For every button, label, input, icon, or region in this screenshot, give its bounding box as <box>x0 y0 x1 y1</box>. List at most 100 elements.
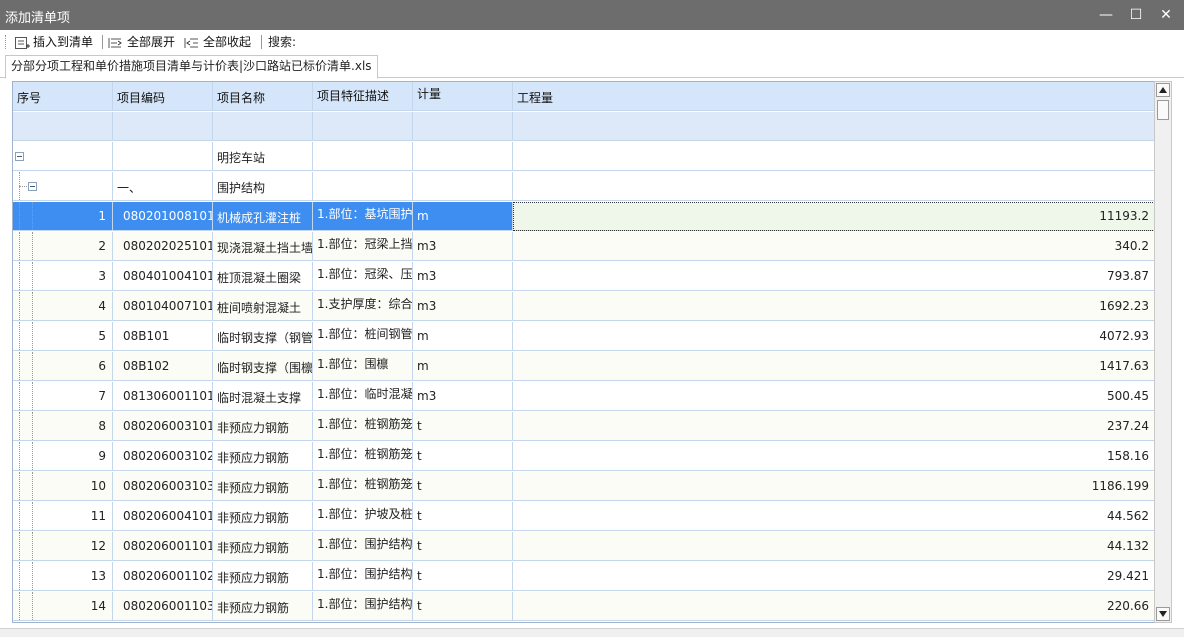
column-header-desc[interactable]: 项目特征描述 <box>313 82 413 111</box>
name-cell[interactable]: 桩顶混凝土圈梁 <box>213 262 313 291</box>
expand-all-button[interactable]: 全部展开 <box>108 33 175 51</box>
qty-cell[interactable]: 44.562 <box>513 502 1155 531</box>
unit-cell[interactable]: t <box>413 502 513 531</box>
unit-cell[interactable]: t <box>413 532 513 561</box>
desc-cell[interactable]: 1.部位：围护结构 <box>313 532 413 561</box>
desc-cell[interactable]: 1.部位：桩钢筋笼 <box>313 412 413 441</box>
seq-cell[interactable]: 5 <box>13 322 113 351</box>
collapse-toggle-icon[interactable] <box>15 152 24 161</box>
qty-cell[interactable]: 1692.23 <box>513 292 1155 321</box>
code-cell[interactable]: 080206001102 <box>113 562 213 591</box>
desc-cell[interactable]: 1.部位：临时混凝 <box>313 382 413 411</box>
unit-cell[interactable]: t <box>413 472 513 501</box>
unit-cell[interactable]: m3 <box>413 232 513 261</box>
desc-cell[interactable]: 1.部位：冠梁、压 <box>313 262 413 291</box>
name-cell[interactable]: 非预应力钢筋 <box>213 562 313 591</box>
qty-cell[interactable]: 1417.63 <box>513 352 1155 381</box>
qty-cell[interactable]: 4072.93 <box>513 322 1155 351</box>
name-cell[interactable]: 非预应力钢筋 <box>213 472 313 501</box>
code-cell[interactable]: 080104007101 <box>113 292 213 321</box>
maximize-button[interactable]: ☐ <box>1126 5 1146 25</box>
tab-bill-file[interactable]: 分部分项工程和单价措施项目清单与计价表|沙口路站已标价清单.xls <box>5 55 378 79</box>
filter-cell[interactable] <box>213 112 313 141</box>
unit-cell[interactable]: m3 <box>413 382 513 411</box>
scroll-down-button[interactable] <box>1156 607 1170 621</box>
name-cell[interactable]: 机械成孔灌注桩 <box>213 202 313 231</box>
table-row[interactable]: 3 080401004101 桩顶混凝土圈梁 1.部位：冠梁、压 m3 793.87 <box>13 262 1155 292</box>
code-cell[interactable]: 080206003103 <box>113 472 213 501</box>
seq-cell[interactable]: 9 <box>13 442 113 471</box>
column-header-code[interactable]: 项目编码 <box>113 82 213 111</box>
table-row[interactable]: 10 080206003103 非预应力钢筋 1.部位：桩钢筋笼 t 1186.199 <box>13 472 1155 502</box>
desc-cell[interactable]: 1.部位：桩钢筋笼 <box>313 472 413 501</box>
minimize-button[interactable]: — <box>1096 5 1116 25</box>
insert-to-list-button[interactable]: 插入到清单 <box>14 33 93 51</box>
name-cell[interactable]: 临时混凝土支撑 <box>213 382 313 411</box>
seq-cell[interactable]: 11 <box>13 502 113 531</box>
qty-cell[interactable]: 237.24 <box>513 412 1155 441</box>
code-cell[interactable]: 080206001103 <box>113 592 213 621</box>
filter-cell[interactable] <box>313 112 413 141</box>
unit-cell[interactable]: m <box>413 352 513 381</box>
name-cell[interactable]: 临时钢支撑（围檩 <box>213 352 313 381</box>
unit-cell[interactable]: t <box>413 562 513 591</box>
qty-cell[interactable]: 340.2 <box>513 232 1155 261</box>
desc-cell[interactable]: 1.部位：冠梁上挡 <box>313 232 413 261</box>
name-cell[interactable]: 非预应力钢筋 <box>213 412 313 441</box>
table-row[interactable]: 1 080201008101 机械成孔灌注桩 1.部位：基坑围护 m 11193.2 <box>13 202 1155 232</box>
name-cell[interactable]: 非预应力钢筋 <box>213 442 313 471</box>
seq-cell[interactable]: 12 <box>13 532 113 561</box>
table-row[interactable]: 7 081306001101 临时混凝土支撑 1.部位：临时混凝 m3 500.45 <box>13 382 1155 412</box>
table-row[interactable]: 12 080206001101 非预应力钢筋 1.部位：围护结构 t 44.132 <box>13 532 1155 562</box>
seq-cell[interactable]: 10 <box>13 472 113 501</box>
column-header-seq[interactable]: 序号 <box>13 82 113 111</box>
name-cell[interactable]: 非预应力钢筋 <box>213 532 313 561</box>
unit-cell[interactable]: t <box>413 412 513 441</box>
table-row[interactable]: 9 080206003102 非预应力钢筋 1.部位：桩钢筋笼 t 158.16 <box>13 442 1155 472</box>
qty-cell[interactable]: 500.45 <box>513 382 1155 411</box>
table-row[interactable]: 5 08B101 临时钢支撑（钢管 1.部位：桩间钢管 m 4072.93 <box>13 322 1155 352</box>
code-cell[interactable]: 080206004101 <box>113 502 213 531</box>
table-row[interactable]: 14 080206001103 非预应力钢筋 1.部位：围护结构 t 220.66 <box>13 592 1155 622</box>
table-row[interactable]: 6 08B102 临时钢支撑（围檩 1.部位：围檩 m 1417.63 <box>13 352 1155 382</box>
code-cell[interactable]: 080206003102 <box>113 442 213 471</box>
scroll-up-button[interactable] <box>1156 83 1170 97</box>
filter-cell[interactable] <box>413 112 513 141</box>
seq-cell[interactable]: 3 <box>13 262 113 291</box>
desc-cell[interactable]: 1.部位：桩钢筋笼 <box>313 442 413 471</box>
filter-cell[interactable] <box>113 112 213 141</box>
vertical-scrollbar[interactable] <box>1154 81 1172 623</box>
desc-cell[interactable]: 1.部位：围檩 <box>313 352 413 381</box>
code-cell[interactable]: 08B101 <box>113 322 213 351</box>
qty-cell[interactable]: 793.87 <box>513 262 1155 291</box>
desc-cell[interactable]: 1.部位：桩间钢管 <box>313 322 413 351</box>
name-cell[interactable]: 临时钢支撑（钢管 <box>213 322 313 351</box>
qty-cell[interactable]: 29.421 <box>513 562 1155 591</box>
code-cell[interactable]: 08B102 <box>113 352 213 381</box>
name-cell[interactable]: 现浇混凝土挡土墙 <box>213 232 313 261</box>
column-header-unit[interactable]: 计量 <box>413 82 513 111</box>
close-button[interactable]: ✕ <box>1156 5 1176 25</box>
qty-cell[interactable]: 158.16 <box>513 442 1155 471</box>
table-row[interactable]: 8 080206003101 非预应力钢筋 1.部位：桩钢筋笼 t 237.24 <box>13 412 1155 442</box>
desc-cell[interactable]: 1.部位：基坑围护 <box>313 202 413 231</box>
table-row[interactable]: 2 080202025101 现浇混凝土挡土墙 1.部位：冠梁上挡 m3 340.2 <box>13 232 1155 262</box>
name-cell[interactable]: 非预应力钢筋 <box>213 592 313 621</box>
desc-cell[interactable]: 1.支护厚度：综合 <box>313 292 413 321</box>
code-cell[interactable]: 080206001101 <box>113 532 213 561</box>
toolbar-grip[interactable] <box>5 35 8 49</box>
seq-cell[interactable]: 1 <box>13 202 113 231</box>
unit-cell[interactable]: m <box>413 322 513 351</box>
qty-cell[interactable]: 220.66 <box>513 592 1155 621</box>
unit-cell[interactable]: m3 <box>413 262 513 291</box>
unit-cell[interactable]: m <box>413 202 513 231</box>
qty-cell[interactable]: 44.132 <box>513 532 1155 561</box>
grid-filter-row[interactable] <box>13 112 1155 142</box>
column-header-name[interactable]: 项目名称 <box>213 82 313 111</box>
unit-cell[interactable]: t <box>413 442 513 471</box>
column-header-qty[interactable]: 工程量 <box>513 82 1155 111</box>
desc-cell[interactable]: 1.部位：围护结构 <box>313 562 413 591</box>
desc-cell[interactable]: 1.部位：围护结构 <box>313 592 413 621</box>
bill-items-grid[interactable]: 序号 项目编码 项目名称 项目特征描述 计量 工程量 明挖车站 一、 围护结构 <box>12 81 1156 623</box>
seq-cell[interactable]: 14 <box>13 592 113 621</box>
